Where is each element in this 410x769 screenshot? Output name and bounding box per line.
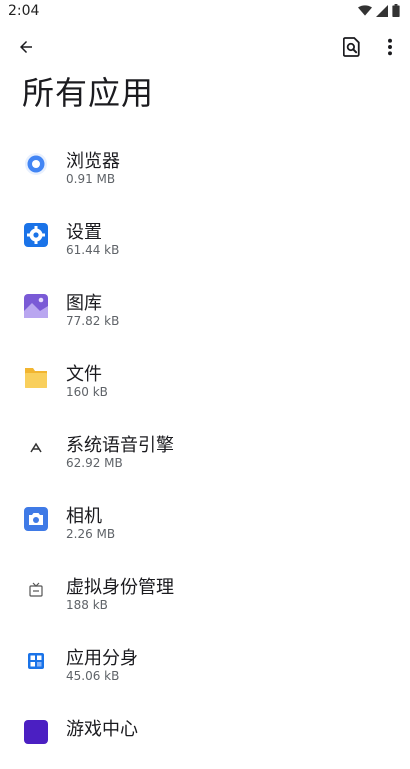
arrow-back-icon — [20, 41, 32, 53]
wifi-icon — [358, 4, 372, 16]
app-bar — [0, 28, 410, 68]
app-list-item[interactable]: 图库 77.82 kB — [0, 272, 410, 343]
app-size: 77.82 kB — [66, 314, 120, 328]
app-list-item[interactable]: 系统语音引擎 62.92 MB — [0, 414, 410, 485]
app-list-item[interactable]: 设置 61.44 kB — [0, 201, 410, 272]
app-size: 2.26 MB — [66, 527, 116, 541]
status-bar: 2:04 — [0, 0, 410, 24]
virtual-identity-icon — [24, 578, 48, 602]
app-name: 浏览器 — [66, 151, 120, 172]
app-list-item[interactable]: 文件 160 kB — [0, 343, 410, 414]
status-time: 2:04 — [8, 3, 40, 19]
app-size: 45.06 kB — [66, 669, 120, 683]
gallery-icon — [24, 294, 48, 318]
page-title: 所有应用 — [22, 74, 155, 112]
browser-icon — [25, 153, 47, 175]
folder-icon — [25, 368, 47, 388]
app-size: 62.92 MB — [66, 456, 123, 470]
game-center-icon — [24, 720, 48, 744]
app-name: 应用分身 — [66, 648, 138, 669]
app-name: 游戏中心 — [66, 719, 138, 740]
camera-icon — [24, 507, 48, 531]
app-size: 160 kB — [66, 385, 108, 399]
battery-icon — [392, 4, 400, 17]
more-options-button[interactable] — [374, 31, 406, 63]
tts-engine-icon — [24, 436, 48, 460]
cell-signal-icon — [376, 4, 388, 17]
search-button[interactable] — [336, 31, 368, 63]
app-name: 虚拟身份管理 — [66, 577, 174, 598]
back-button[interactable] — [10, 31, 42, 63]
search-document-icon — [343, 37, 360, 57]
app-name: 文件 — [66, 364, 102, 385]
app-list-item[interactable]: 应用分身 45.06 kB — [0, 627, 410, 698]
more-vert-icon — [388, 38, 392, 56]
app-size: 0.91 MB — [66, 172, 116, 186]
app-name: 图库 — [66, 293, 102, 314]
app-list-item[interactable]: 游戏中心 — [0, 698, 410, 769]
app-list-item[interactable]: 虚拟身份管理 188 kB — [0, 556, 410, 627]
app-name: 系统语音引擎 — [66, 435, 174, 456]
app-name: 设置 — [66, 222, 102, 243]
app-name: 相机 — [66, 506, 102, 527]
app-size: 61.44 kB — [66, 243, 120, 257]
settings-icon — [24, 223, 48, 247]
app-list-item[interactable]: 相机 2.26 MB — [0, 485, 410, 556]
app-size: 188 kB — [66, 598, 108, 612]
app-list-item[interactable]: 浏览器 0.91 MB — [0, 130, 410, 201]
status-icons — [358, 4, 400, 17]
app-clone-icon — [24, 649, 48, 673]
